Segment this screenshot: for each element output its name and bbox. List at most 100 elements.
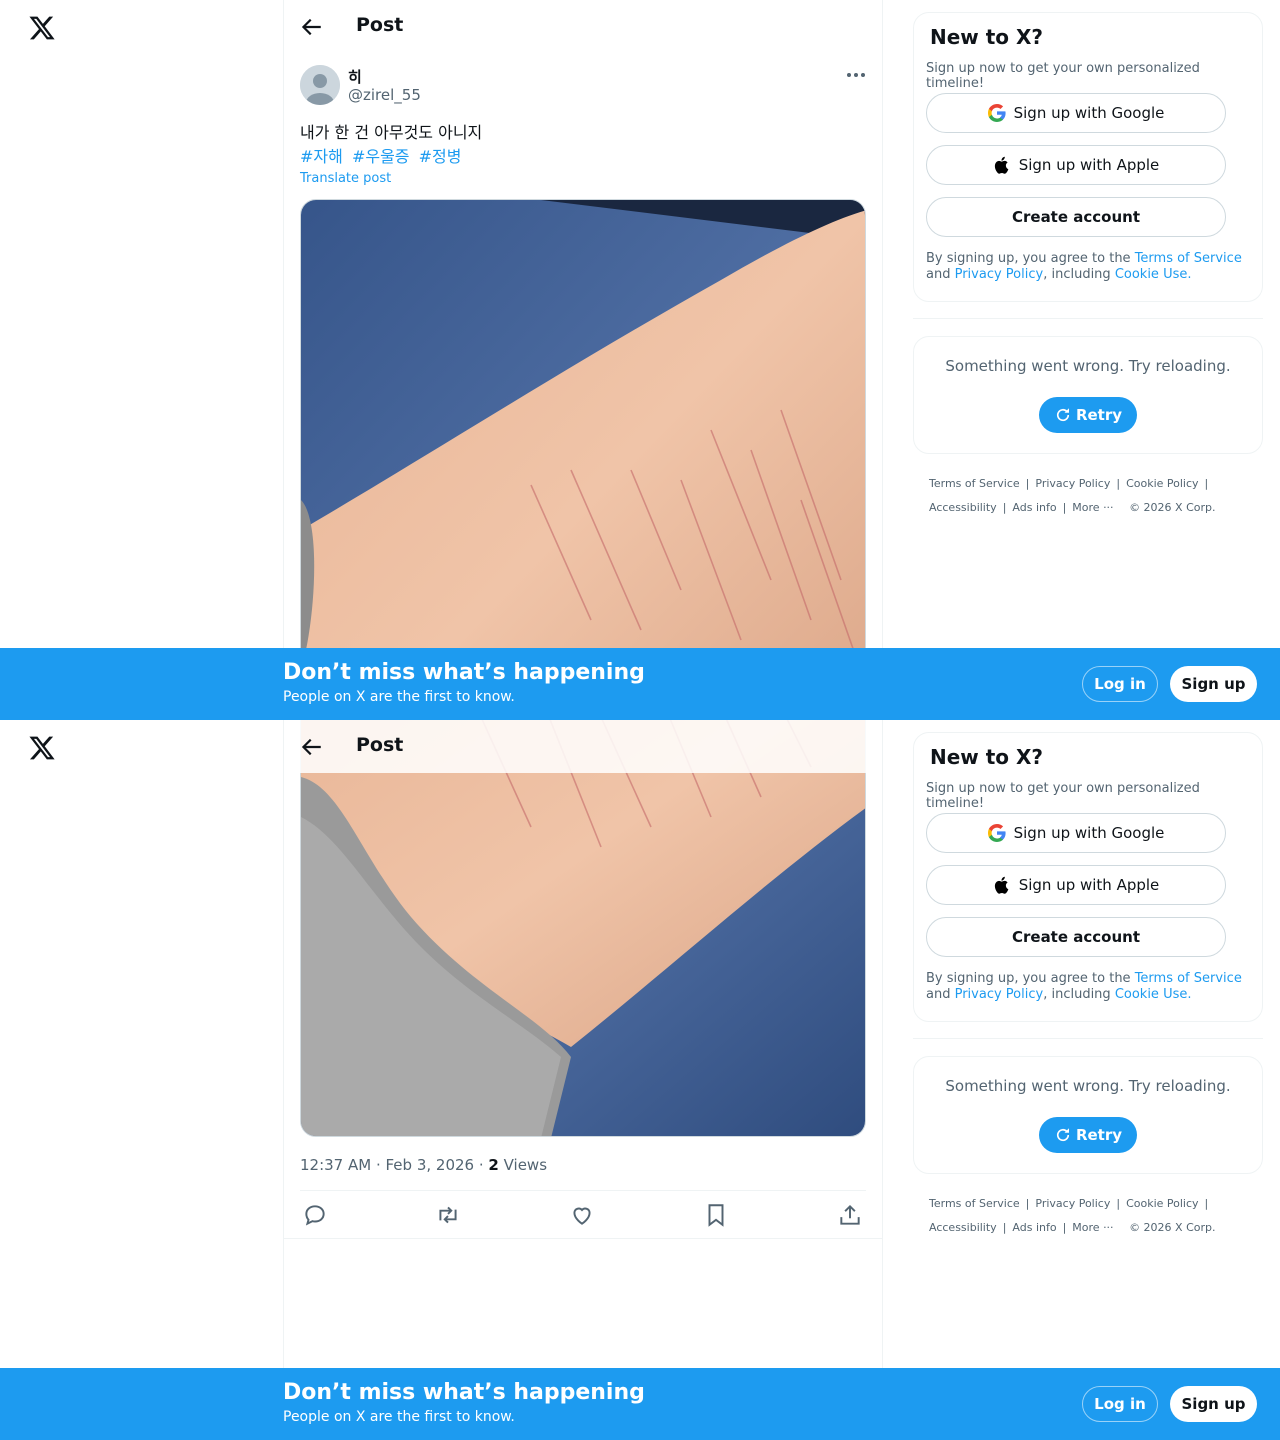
banner-subtitle: People on X are the first to know. xyxy=(283,1409,515,1425)
column-border-left xyxy=(283,0,284,720)
terms-link[interactable]: Terms of Service xyxy=(1135,251,1242,266)
legal-and: and xyxy=(926,267,955,282)
footer-more-link[interactable]: More ··· xyxy=(1072,1221,1113,1234)
repost-icon[interactable] xyxy=(435,1202,461,1228)
tweet-meta: 12:37 AM · Feb 3, 2026 · 2 Views xyxy=(300,1156,547,1174)
sign-up-google-label: Sign up with Google xyxy=(1013,104,1165,122)
arrow-left-icon[interactable] xyxy=(298,14,324,40)
login-button[interactable]: Log in xyxy=(1082,1386,1158,1422)
create-account-button[interactable]: Create account xyxy=(926,917,1226,957)
x-logo-icon[interactable] xyxy=(28,14,56,42)
x-logo-icon[interactable] xyxy=(28,734,56,762)
signup-title: New to X? xyxy=(930,745,1044,769)
viewport-frame-bottom: Post 12:37 AM · Feb 3, 2026 · 2 Views Ne… xyxy=(0,720,1280,1440)
translate-post-link[interactable]: Translate post xyxy=(300,171,391,186)
footer-terms-link[interactable]: Terms of Service xyxy=(929,477,1020,490)
bookmark-icon[interactable] xyxy=(703,1202,729,1228)
footer-accessibility-link[interactable]: Accessibility xyxy=(929,1221,997,1234)
google-icon xyxy=(987,104,1006,122)
retry-button[interactable]: Retry xyxy=(1039,397,1137,433)
user-handle[interactable]: @zirel_55 xyxy=(348,86,421,104)
footer-privacy-link[interactable]: Privacy Policy xyxy=(1035,477,1110,490)
tweet-media-image[interactable] xyxy=(300,720,866,1137)
hashtag-link[interactable]: #자해 xyxy=(300,147,343,166)
share-icon[interactable] xyxy=(837,1202,863,1228)
footer-links: Terms of Service | Privacy Policy | Cookie P… xyxy=(929,1197,1216,1234)
signup-button[interactable]: Sign up xyxy=(1170,1386,1257,1422)
sign-up-google-button[interactable]: Sign up with Google xyxy=(926,813,1226,853)
refresh-icon xyxy=(1056,408,1070,422)
avatar[interactable] xyxy=(300,65,340,105)
error-card: Something went wrong. Try reloading. Ret… xyxy=(913,336,1263,454)
privacy-link[interactable]: Privacy Policy xyxy=(955,267,1044,282)
banner-subtitle: People on X are the first to know. xyxy=(283,689,515,705)
error-card: Something went wrong. Try reloading. Ret… xyxy=(913,1056,1263,1174)
footer-privacy-link[interactable]: Privacy Policy xyxy=(1035,1197,1110,1210)
views-label: Views xyxy=(498,1156,548,1174)
footer-accessibility-link[interactable]: Accessibility xyxy=(929,501,997,514)
footer-links: Terms of Service | Privacy Policy | Cookie P… xyxy=(929,477,1216,514)
display-name[interactable]: 히 xyxy=(348,66,362,87)
legal-including: , including xyxy=(1043,987,1115,1002)
footer-cookie-link[interactable]: Cookie Policy xyxy=(1126,1197,1198,1210)
terms-link[interactable]: Terms of Service xyxy=(1135,971,1242,986)
tweet-media-image[interactable] xyxy=(300,199,866,720)
sign-up-apple-label: Sign up with Apple xyxy=(1018,876,1160,894)
more-icon[interactable] xyxy=(844,67,868,83)
arrow-left-icon[interactable] xyxy=(298,734,324,760)
hashtag-link[interactable]: #우울증 xyxy=(352,147,410,166)
viewport-frame-top: Post 히 @zirel_55 내가 한 건 아무것도 아니지 #자해 #우울… xyxy=(0,0,1280,720)
retry-label: Retry xyxy=(1075,406,1123,424)
cookie-link[interactable]: Cookie Use. xyxy=(1115,987,1192,1002)
actions-divider-bottom xyxy=(284,1238,882,1239)
column-border-right xyxy=(882,720,883,1440)
banner-title: Don’t miss what’s happening xyxy=(283,1380,645,1405)
signup-banner: Don’t miss what’s happening People on X … xyxy=(0,648,1280,720)
cookie-link[interactable]: Cookie Use. xyxy=(1115,267,1192,282)
legal-prefix: By signing up, you agree to the xyxy=(926,971,1135,986)
sign-up-apple-button[interactable]: Sign up with Apple xyxy=(926,145,1226,185)
signup-title: New to X? xyxy=(930,25,1044,49)
privacy-link[interactable]: Privacy Policy xyxy=(955,987,1044,1002)
footer-ads-link[interactable]: Ads info xyxy=(1012,501,1056,514)
views-count: 2 xyxy=(488,1156,499,1174)
sidebar-divider xyxy=(913,318,1263,319)
sidebar-divider xyxy=(913,1038,1263,1039)
page-title: Post xyxy=(356,734,404,756)
refresh-icon xyxy=(1056,1128,1070,1142)
error-message: Something went wrong. Try reloading. xyxy=(945,357,1231,375)
hashtag-link[interactable]: #정병 xyxy=(419,147,462,166)
login-button[interactable]: Log in xyxy=(1082,666,1158,702)
page-title: Post xyxy=(356,14,404,36)
retry-label: Retry xyxy=(1075,1126,1123,1144)
tweet-actions xyxy=(300,1202,866,1228)
retry-button[interactable]: Retry xyxy=(1039,1117,1137,1153)
post-header: Post xyxy=(284,720,882,773)
hashtag-list: #자해 #우울증 #정병 xyxy=(300,145,465,169)
footer-ads-link[interactable]: Ads info xyxy=(1012,1221,1056,1234)
reply-icon[interactable] xyxy=(302,1202,328,1228)
google-icon xyxy=(987,824,1006,842)
banner-title: Don’t miss what’s happening xyxy=(283,660,645,685)
footer-terms-link[interactable]: Terms of Service xyxy=(929,1197,1020,1210)
tweet-text: 내가 한 건 아무것도 아니지 xyxy=(300,123,483,142)
sign-up-google-button[interactable]: Sign up with Google xyxy=(926,93,1226,133)
footer-copyright: © 2026 X Corp. xyxy=(1129,501,1216,514)
signup-button[interactable]: Sign up xyxy=(1170,666,1257,702)
like-icon[interactable] xyxy=(569,1202,595,1228)
actions-divider-top xyxy=(300,1190,866,1191)
sign-up-apple-button[interactable]: Sign up with Apple xyxy=(926,865,1226,905)
tweet-timestamp[interactable]: 12:37 AM · Feb 3, 2026 · xyxy=(300,1156,488,1174)
footer-more-link[interactable]: More ··· xyxy=(1072,501,1113,514)
sign-up-apple-label: Sign up with Apple xyxy=(1018,156,1160,174)
legal-including: , including xyxy=(1043,267,1115,282)
footer-cookie-link[interactable]: Cookie Policy xyxy=(1126,477,1198,490)
column-border-left xyxy=(283,720,284,1440)
signup-subtitle: Sign up now to get your own personalized… xyxy=(926,61,1200,91)
column-border-right xyxy=(882,0,883,720)
sign-up-google-label: Sign up with Google xyxy=(1013,824,1165,842)
create-account-button[interactable]: Create account xyxy=(926,197,1226,237)
signup-card: New to X? Sign up now to get your own pe… xyxy=(913,732,1263,1022)
legal-text: By signing up, you agree to the Terms of… xyxy=(926,971,1256,1003)
legal-text: By signing up, you agree to the Terms of… xyxy=(926,251,1256,283)
